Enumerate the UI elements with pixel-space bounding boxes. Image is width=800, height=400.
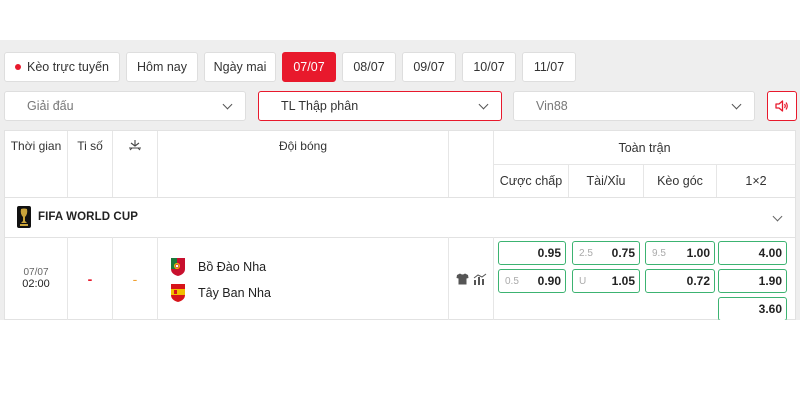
live-dot-icon (14, 64, 21, 70)
match-icons-cell (449, 237, 494, 320)
tab-label: 11/07 (533, 60, 565, 74)
tab-date-1007[interactable]: 10/07 (462, 52, 516, 82)
header-full-match: Toàn trận (494, 131, 795, 165)
tab-label: Kèo trực tuyến (26, 60, 110, 74)
odds-page: Kèo trực tuyến Hôm nay Ngày mai 07/07 08… (0, 0, 800, 400)
match-score: - (68, 237, 113, 320)
bookmaker-value: Vin88 (536, 99, 568, 113)
bookmaker-select[interactable]: Vin88 (513, 91, 755, 121)
league-select-value: Giải đấu (27, 99, 74, 113)
odds-value: 1.90 (758, 274, 782, 288)
away-team[interactable]: Tây Ban Nha (170, 283, 271, 303)
statistics-chart-icon[interactable] (473, 273, 487, 285)
odds-panel: Kèo trực tuyến Hôm nay Ngày mai 07/07 08… (0, 40, 800, 320)
tab-date-1107[interactable]: 11/07 (522, 52, 576, 82)
odds-value: 0.75 (611, 246, 635, 260)
tab-date-0907[interactable]: 09/07 (402, 52, 456, 82)
league-row[interactable]: FIFA WORLD CUP (5, 197, 795, 237)
odds-table: Thời gian Ti số Đội bóng Toàn trận Cược … (4, 130, 796, 320)
date-tabs: Kèo trực tuyến Hôm nay Ngày mai 07/07 08… (4, 52, 576, 82)
match-row: 07/07 02:00 - - Bồ Đào Nha Tây Ban Nha 0… (5, 237, 795, 320)
tab-tomorrow[interactable]: Ngày mai (204, 52, 276, 82)
header-time: Thời gian (5, 131, 68, 197)
header-over-under: Tài/Xỉu (569, 165, 644, 197)
odds-corners-away[interactable]: 0.72 (645, 269, 715, 293)
jersey-icon[interactable] (456, 273, 469, 285)
odds-1x2-away[interactable]: 1.90 (718, 269, 787, 293)
league-name: FIFA WORLD CUP (38, 211, 138, 223)
odds-format-select[interactable]: TL Thập phân (258, 91, 502, 121)
home-team-name: Bồ Đào Nha (198, 260, 267, 274)
match-teams-cell: Bồ Đào Nha Tây Ban Nha (158, 237, 449, 320)
tab-date-0707[interactable]: 07/07 (282, 52, 336, 82)
header-extra (449, 131, 494, 197)
header-handicap: Cược chấp (494, 165, 569, 197)
odds-value: 1.00 (686, 246, 710, 260)
speaker-icon (775, 100, 788, 112)
odds-1x2-home[interactable]: 4.00 (718, 241, 787, 265)
match-time-cell: 07/07 02:00 (5, 237, 68, 320)
under-label: U (579, 275, 587, 287)
header-score: Ti số (68, 131, 113, 197)
odds-value: 0.90 (537, 274, 561, 288)
odds-under[interactable]: U 1.05 (572, 269, 640, 293)
header-team: Đội bóng (158, 131, 449, 197)
odds-1x2-draw[interactable]: 3.60 (718, 297, 787, 320)
world-cup-trophy-icon (17, 206, 31, 228)
odds-format-value: TL Thập phân (281, 99, 359, 113)
tab-label: Ngày mai (213, 60, 267, 74)
odds-value: 4.00 (758, 246, 782, 260)
spain-flag-icon (171, 284, 185, 302)
chevron-down-icon (772, 211, 783, 222)
odds-over[interactable]: 2.5 0.75 (572, 241, 640, 265)
match-time: 02:00 (22, 277, 50, 290)
odds-value: 3.60 (758, 302, 782, 316)
odds-handicap-away[interactable]: 0.5 0.90 (498, 269, 566, 293)
chevron-down-icon (222, 99, 233, 109)
handicap-line: 0.5 (505, 275, 519, 287)
ou-line: 2.5 (579, 247, 593, 259)
tab-label: 08/07 (353, 60, 385, 74)
tab-label: Hôm nay (136, 60, 188, 74)
sound-toggle-button[interactable] (767, 91, 797, 121)
corner-line: 9.5 (652, 247, 666, 259)
stats-icon (129, 140, 141, 151)
home-team[interactable]: Bồ Đào Nha (170, 257, 266, 277)
tab-today[interactable]: Hôm nay (126, 52, 198, 82)
league-select[interactable]: Giải đấu (4, 91, 246, 121)
header-corners: Kèo góc (644, 165, 717, 197)
header-1x2: 1×2 (745, 174, 767, 188)
tab-label: 10/07 (473, 60, 505, 74)
tab-date-0807[interactable]: 08/07 (342, 52, 396, 82)
header-stats (113, 131, 158, 197)
odds-value: 1.05 (611, 274, 635, 288)
portugal-flag-icon (171, 258, 185, 276)
tab-live[interactable]: Kèo trực tuyến (4, 52, 120, 82)
tab-label: 07/07 (293, 60, 325, 74)
match-date: 07/07 (23, 266, 49, 278)
odds-corners-home[interactable]: 9.5 1.00 (645, 241, 715, 265)
away-team-name: Tây Ban Nha (198, 286, 271, 300)
tab-label: 09/07 (413, 60, 445, 74)
odds-handicap-home[interactable]: 0.95 (498, 241, 566, 265)
odds-value: 0.72 (686, 274, 710, 288)
match-stats[interactable]: - (113, 237, 158, 320)
chevron-down-icon (731, 99, 742, 109)
chevron-down-icon (478, 99, 489, 109)
odds-value: 0.95 (537, 246, 561, 260)
